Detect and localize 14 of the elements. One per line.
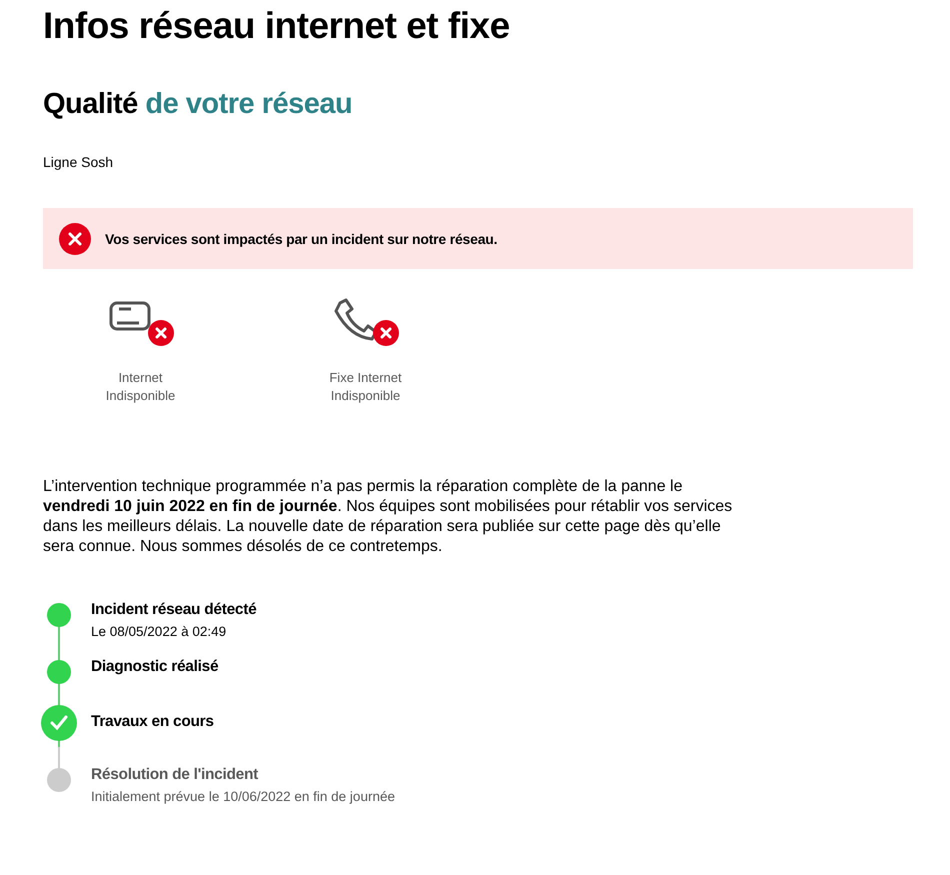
service-status: Fixe Internet Indisponible <box>329 369 402 405</box>
step-title: Résolution de l'incident <box>91 765 260 785</box>
step-title: Diagnostic réalisé <box>91 657 218 677</box>
error-icon <box>59 222 91 254</box>
step-detail: Le 08/05/2022 à 02:49 <box>91 623 228 641</box>
notice-paragraph: L’intervention technique programmée n’a pas permis la réparation complète de la panne le vendredi 10 juin 2022 en fin de journée. Nos équipes sont mobilisées pour rétablir vos services dans les meilleurs délais. La nouvelle date de réparation sera publiée sur cette page dès qu’elle sera connue. Nous sommes désolés de ce contretemps. <box>43 477 734 557</box>
section-heading: Qualité de votre réseau <box>43 87 354 122</box>
step-detail: Initialement prévue le 10/06/2022 en fin de journée <box>91 788 395 806</box>
step-title: Travaux en cours <box>91 712 214 732</box>
page-title: Infos réseau internet et fixe <box>43 4 511 48</box>
alert-message: Vos services sont impactés par un incident sur notre réseau. <box>105 230 498 246</box>
line-label: Ligne Sosh <box>43 153 114 172</box>
service-status: Internet Indisponible <box>106 369 176 405</box>
step-title: Incident réseau détecté <box>91 600 256 620</box>
